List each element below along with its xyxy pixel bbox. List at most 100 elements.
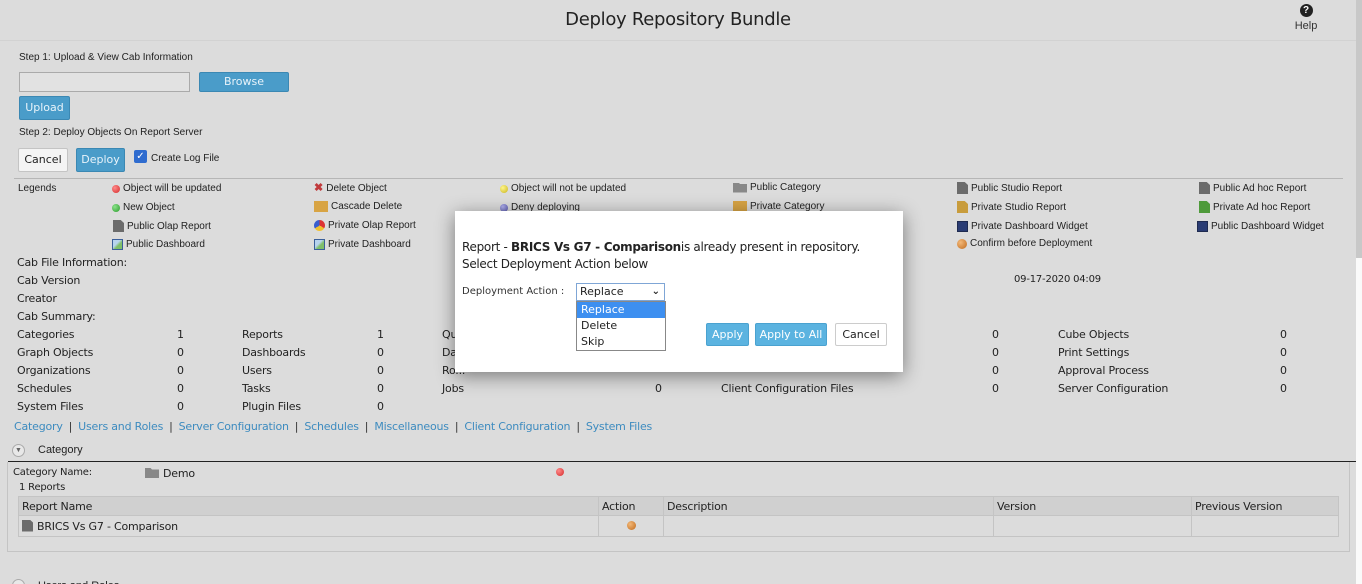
summary-label: Reports [242, 328, 283, 341]
divider [14, 178, 1343, 179]
step2-label: Step 2: Deploy Objects On Report Server [19, 127, 203, 138]
dashboard-widget-icon [1197, 221, 1208, 232]
cab-info-title: Cab File Information: [17, 256, 127, 269]
summary-value: 0 [992, 382, 999, 395]
cab-version-label: Cab Version [17, 274, 81, 287]
legend-cascade-delete: Cascade Delete [314, 201, 402, 212]
summary-value: 0 [992, 346, 999, 359]
page-header: Deploy Repository Bundle ? Help [0, 0, 1356, 41]
summary-value: 1 [177, 328, 184, 341]
tab-server-configuration[interactable]: Server Configuration [179, 420, 289, 433]
help-button[interactable]: ? Help [1289, 4, 1323, 32]
cab-date-value: 09-17-2020 04:09 [1014, 274, 1101, 285]
step1-label: Step 1: Upload & View Cab Information [19, 52, 193, 63]
version-cell [993, 515, 1192, 537]
browse-button[interactable]: Browse [199, 72, 289, 92]
legends-title: Legends [18, 183, 57, 194]
summary-label: Approval Process [1058, 364, 1149, 377]
previous-version-cell [1191, 515, 1339, 537]
dialog-cancel-button[interactable]: Cancel [835, 323, 887, 346]
create-log-checkbox[interactable]: ✓ [134, 150, 147, 163]
summary-label: Cube Objects [1058, 328, 1130, 341]
cancel-button[interactable]: Cancel [18, 148, 68, 172]
summary-value: 0 [655, 382, 662, 395]
summary-value: 0 [377, 382, 384, 395]
studio-report-icon [957, 182, 968, 194]
legend-confirm-before-deployment: Confirm before Deployment [957, 238, 1092, 249]
summary-value: 0 [377, 400, 384, 413]
report-name-bold: BRICS Vs G7 - Comparison [511, 240, 681, 254]
summary-value: 0 [1280, 328, 1287, 341]
summary-label: Graph Objects [17, 346, 94, 359]
tab-schedules[interactable]: Schedules [304, 420, 359, 433]
column-header: Action [598, 496, 664, 516]
legend-public-category: Public Category [733, 182, 821, 193]
collapse-toggle-icon[interactable]: ▼ [12, 444, 25, 457]
legend-public-studio-report: Public Studio Report [957, 182, 1062, 194]
category-name-label: Category Name: [13, 467, 92, 478]
report-name-cell: BRICS Vs G7 - Comparison [18, 515, 599, 537]
tab-miscellaneous[interactable]: Miscellaneous [374, 420, 449, 433]
selected-value: Replace [580, 285, 624, 298]
olap-report-icon [113, 220, 124, 232]
help-label: Help [1294, 20, 1318, 32]
deployment-action-select[interactable]: Replace ⌄ [576, 283, 665, 301]
summary-label: Categories [17, 328, 75, 341]
summary-label: Users [242, 364, 272, 377]
red-dot-icon [556, 468, 564, 476]
chevron-down-icon: ⌄ [651, 286, 660, 297]
summary-label: Print Settings [1058, 346, 1130, 359]
confirm-before-deployment-icon[interactable] [626, 520, 636, 530]
summary-value: 0 [377, 346, 384, 359]
tab-category[interactable]: Category [14, 420, 63, 433]
legend-private-olap-report: Private Olap Report [314, 220, 416, 231]
cascade-delete-icon [314, 201, 328, 212]
cab-summary-title: Cab Summary: [17, 310, 96, 323]
deploy-button[interactable]: Deploy [76, 148, 125, 172]
legend-private-dashboard: Private Dashboard [314, 239, 411, 250]
legend-public-dashboard: Public Dashboard [112, 239, 205, 250]
column-header: Version [993, 496, 1192, 516]
category-name-value: Demo [163, 467, 195, 480]
private-dashboard-widget-icon [957, 221, 968, 232]
summary-value: 0 [1280, 346, 1287, 359]
legend-delete-object: ✖ Delete Object [314, 182, 387, 195]
summary-label: Server Configuration [1058, 382, 1169, 395]
scrollbar-thumb[interactable] [1356, 0, 1362, 258]
option-skip[interactable]: Skip [577, 334, 665, 350]
action-cell[interactable] [598, 515, 664, 537]
summary-label: Plugin Files [242, 400, 301, 413]
private-olap-report-icon [314, 220, 325, 231]
apply-to-all-button[interactable]: Apply to All [755, 323, 827, 346]
deployment-action-label: Deployment Action : [462, 286, 565, 297]
summary-value: 1 [377, 328, 384, 341]
apply-button[interactable]: Apply [706, 323, 749, 346]
file-path-input[interactable] [19, 72, 190, 92]
option-replace[interactable]: Replace [577, 302, 665, 318]
summary-label: Tasks [242, 382, 271, 395]
collapse-toggle-icon[interactable] [12, 579, 25, 584]
summary-value: 0 [177, 382, 184, 395]
summary-value: 0 [1280, 364, 1287, 377]
summary-value: 0 [177, 346, 184, 359]
upload-button[interactable]: Upload [19, 96, 70, 120]
section-title-category: Category [38, 444, 83, 456]
private-adhoc-report-icon [1199, 201, 1210, 213]
option-delete[interactable]: Delete [577, 318, 665, 334]
tab-client-configuration[interactable]: Client Configuration [464, 420, 570, 433]
tab-users-and-roles[interactable]: Users and Roles [78, 420, 163, 433]
tab-system-files[interactable]: System Files [586, 420, 652, 433]
green-dot-icon [112, 203, 120, 212]
creator-label: Creator [17, 292, 57, 305]
column-header: Description [663, 496, 994, 516]
reports-table: Report Name Action Description Version P… [18, 496, 1339, 537]
legend-public-olap-report: Public Olap Report [113, 220, 211, 232]
summary-label: Organizations [17, 364, 91, 377]
column-header: Report Name [18, 496, 599, 516]
legend-public-dashboard-widget: Public Dashboard Widget [1197, 221, 1324, 232]
table-row[interactable]: BRICS Vs G7 - Comparison [18, 515, 1339, 537]
summary-value: 0 [177, 364, 184, 377]
category-folder-icon [145, 468, 159, 478]
summary-value: 0 [1280, 382, 1287, 395]
vertical-scrollbar[interactable] [1356, 0, 1362, 584]
